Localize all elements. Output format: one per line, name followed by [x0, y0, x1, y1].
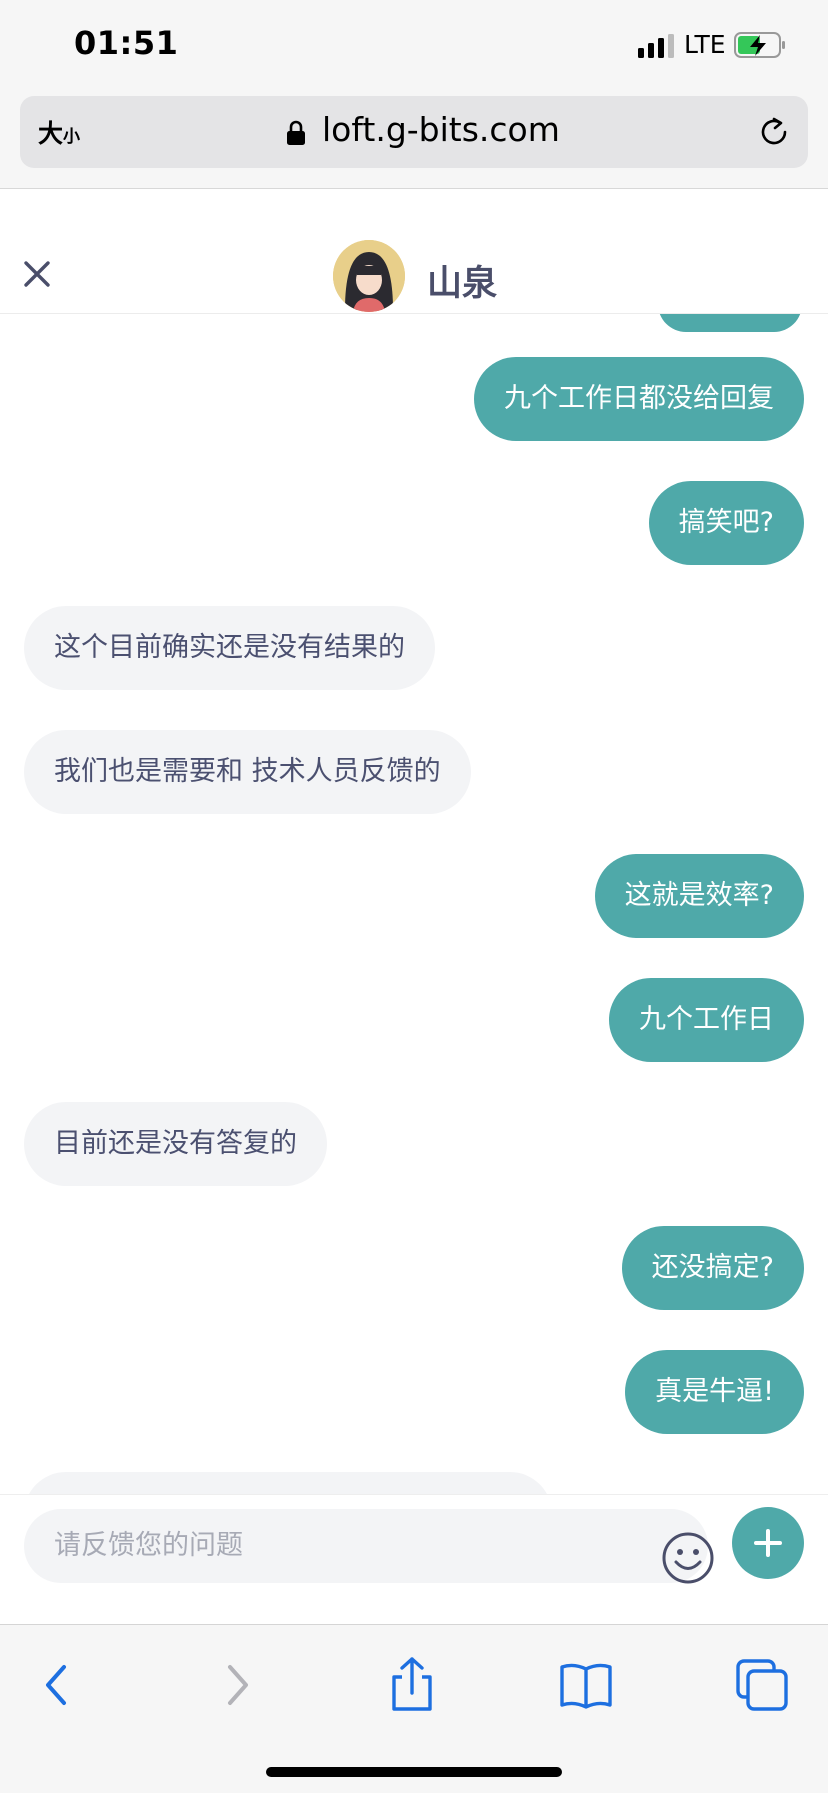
- home-indicator: [266, 1767, 562, 1777]
- message-bubble-outgoing: 这就是效率?: [594, 854, 804, 938]
- add-button[interactable]: [732, 1507, 804, 1579]
- lock-icon: [287, 120, 305, 145]
- status-time: 01:51: [74, 24, 179, 62]
- tabs-icon[interactable]: [732, 1655, 792, 1715]
- signal-icon: [638, 34, 674, 58]
- message-bubble-outgoing: 搞笑吧?: [648, 481, 804, 565]
- message-bubble-outgoing: 还没搞定?: [621, 1226, 804, 1310]
- feedback-input-container[interactable]: [24, 1509, 714, 1584]
- battery-charging-icon: [734, 32, 785, 58]
- message-bubble-incoming: 目前还是没有答复的: [24, 1102, 327, 1186]
- network-type: LTE: [684, 30, 726, 59]
- feedback-input[interactable]: [54, 1509, 614, 1583]
- browser-toolbar: [0, 1624, 828, 1793]
- text-size-small: 小: [63, 127, 81, 147]
- address-bar[interactable]: 大小 loft.g-bits.com: [20, 96, 808, 168]
- partial-message-bubble: [658, 314, 802, 332]
- message-bubble-outgoing: 真是牛逼!: [625, 1350, 804, 1434]
- forward-icon[interactable]: [206, 1655, 266, 1715]
- back-icon[interactable]: [28, 1655, 88, 1715]
- plus-icon: [754, 1529, 782, 1557]
- message-list[interactable]: 九个工作日都没给回复 搞笑吧? 这个目前确实还是没有结果的 我们也是需要和 技术…: [0, 314, 828, 1494]
- status-bar: 01:51 LTE: [0, 0, 828, 92]
- share-icon[interactable]: [382, 1655, 442, 1715]
- message-bubble-outgoing: 九个工作日: [609, 978, 804, 1062]
- message-bubble-incoming: 我们也是需要和 技术人员反馈的: [24, 730, 471, 814]
- chat-header: 山泉: [0, 189, 828, 314]
- agent-name: 山泉: [427, 264, 498, 304]
- avatar-illustration: [333, 240, 405, 312]
- input-bar: [0, 1494, 828, 1625]
- url-text[interactable]: loft.g-bits.com: [322, 110, 560, 149]
- browser-address-area: 大小 loft.g-bits.com: [0, 92, 828, 189]
- message-bubble-outgoing: 九个工作日都没给回复: [474, 357, 804, 441]
- close-icon[interactable]: [20, 257, 54, 291]
- emoji-icon[interactable]: [661, 1531, 715, 1585]
- text-size-big: 大: [38, 119, 64, 148]
- reload-icon[interactable]: [756, 114, 792, 150]
- message-bubble-incoming: 这个目前确实还是没有结果的: [24, 606, 435, 690]
- partial-message-bubble: [24, 1472, 552, 1494]
- bookmarks-icon[interactable]: [556, 1655, 616, 1715]
- text-size-button[interactable]: 大小: [38, 114, 80, 150]
- avatar: [333, 240, 405, 312]
